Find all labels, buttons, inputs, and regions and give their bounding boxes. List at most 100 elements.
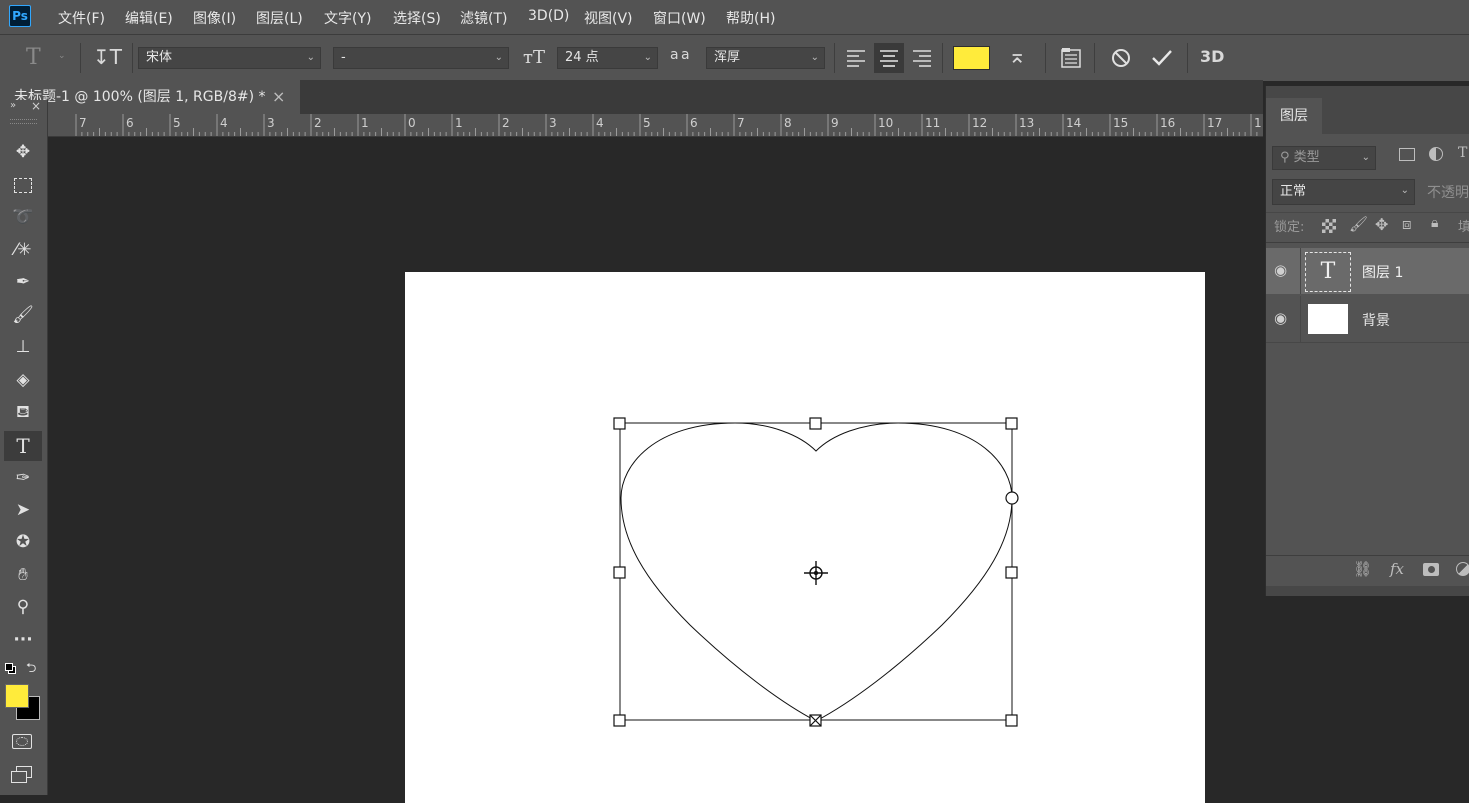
transform-handle-bottom-left[interactable] xyxy=(613,714,626,727)
menu-file[interactable]: 文件(F) xyxy=(58,8,105,28)
lock-position-icon[interactable]: ✥ xyxy=(1375,215,1388,234)
character-panel-icon[interactable] xyxy=(1060,47,1082,69)
align-left-icon[interactable] xyxy=(845,48,867,68)
brush-tool-icon[interactable]: 🖌︎ xyxy=(8,302,38,328)
menu-3d[interactable]: 3D(D) xyxy=(528,8,569,24)
ruler-number: 17 xyxy=(1207,116,1223,130)
magic-wand-tool-icon[interactable]: ⁄✳ xyxy=(8,237,38,263)
menu-window[interactable]: 窗口(W) xyxy=(653,8,706,28)
menu-type[interactable]: 文字(Y) xyxy=(324,8,371,28)
quick-mask-icon[interactable] xyxy=(12,734,32,749)
layer-name[interactable]: 背景 xyxy=(1362,310,1390,330)
close-tab-icon[interactable]: × xyxy=(272,80,285,114)
transform-handle-top[interactable] xyxy=(809,417,822,430)
path-selection-tool-icon[interactable]: ➤ xyxy=(8,497,38,523)
more-tools-icon[interactable]: ··· xyxy=(8,627,38,653)
align-right-icon[interactable] xyxy=(911,48,933,68)
marquee-tool-icon[interactable] xyxy=(8,172,38,198)
font-style-value: - xyxy=(341,50,346,65)
custom-shape-tool-icon[interactable]: ✪ xyxy=(8,529,38,555)
ruler-number: 3 xyxy=(549,116,557,130)
layer-style-fx-icon[interactable]: fx xyxy=(1390,560,1404,578)
panel-resize-grip[interactable] xyxy=(1266,586,1469,596)
opacity-label: 不透明 xyxy=(1427,185,1469,201)
collapse-toolbox-icon[interactable]: » xyxy=(10,100,16,111)
text-orientation-icon[interactable]: ↧T xyxy=(93,45,122,69)
warp-text-icon[interactable]: ⌅ xyxy=(1008,44,1026,69)
horizontal-ruler[interactable]: 7 6 5 4 3 2 1 0 1 2 3 4 5 6 7 8 9 10 11 12 13 14 15 16 17 1 xyxy=(47,114,1263,137)
commit-check-icon[interactable] xyxy=(1150,47,1174,69)
eraser-tool-icon[interactable]: ◈ xyxy=(8,367,38,393)
move-tool-icon[interactable]: ✥ xyxy=(8,139,38,165)
transform-handle-right[interactable] xyxy=(1005,566,1018,579)
ruler-number: 14 xyxy=(1066,116,1082,130)
cancel-icon[interactable] xyxy=(1110,47,1132,69)
text-color-swatch[interactable] xyxy=(953,46,990,70)
font-family-select[interactable]: 宋体 ⌄ xyxy=(138,47,321,69)
font-size-select[interactable]: 24 点 ⌄ xyxy=(557,47,658,69)
lock-all-icon[interactable]: 🔒︎ xyxy=(1431,215,1438,231)
transform-handle-top-left[interactable] xyxy=(613,417,626,430)
default-colors-icon[interactable] xyxy=(5,663,16,674)
heart-shape-transform[interactable] xyxy=(600,410,1035,740)
ruler-number: 7 xyxy=(737,116,745,130)
menu-view[interactable]: 视图(V) xyxy=(584,8,633,28)
ruler-number: 6 xyxy=(690,116,698,130)
tool-preset-text-icon[interactable]: T xyxy=(26,45,41,70)
pen-tool-icon[interactable]: ✑ xyxy=(8,465,38,491)
lasso-tool-icon[interactable]: ➰ xyxy=(8,204,38,230)
type-tool-icon[interactable]: T xyxy=(8,433,38,459)
chevron-down-icon[interactable]: ⌄ xyxy=(58,51,66,61)
layer-name[interactable]: 图层 1 xyxy=(1362,262,1403,282)
filter-pixel-layer-icon[interactable] xyxy=(1399,148,1415,161)
ruler-number: 5 xyxy=(643,116,651,130)
transform-handle-left[interactable] xyxy=(613,566,626,579)
path-anchor-point[interactable] xyxy=(1005,491,1019,505)
filter-adjustment-layer-icon[interactable] xyxy=(1429,147,1443,161)
screen-mode-icon[interactable] xyxy=(11,766,33,784)
lock-artboard-icon[interactable]: ⧈ xyxy=(1402,215,1412,233)
ruler-number: 6 xyxy=(126,116,134,130)
menu-edit[interactable]: 编辑(E) xyxy=(125,8,173,28)
lock-transparent-pixels-icon[interactable] xyxy=(1322,219,1336,233)
toolbox-grip[interactable] xyxy=(10,119,37,124)
new-adjustment-layer-icon[interactable] xyxy=(1456,562,1469,576)
eyedropper-tool-icon[interactable]: ✒ xyxy=(8,269,38,295)
blend-mode-select[interactable]: 正常 ⌄ xyxy=(1272,179,1415,205)
hand-tool-icon[interactable]: ✋︎ xyxy=(8,562,38,588)
menu-image[interactable]: 图像(I) xyxy=(193,8,236,28)
layer-filter-select[interactable]: ⚲ 类型 ⌄ xyxy=(1272,146,1376,170)
menu-bar: Ps 文件(F) 编辑(E) 图像(I) 图层(L) 文字(Y) 选择(S) 滤… xyxy=(0,0,1469,34)
transform-handle-top-right[interactable] xyxy=(1005,417,1018,430)
swap-colors-icon[interactable]: ⮌ xyxy=(26,659,36,681)
chevron-down-icon: ⌄ xyxy=(494,52,503,63)
visibility-eye-icon[interactable]: ◉ xyxy=(1274,261,1287,279)
paint-bucket-tool-icon[interactable]: ⛾ xyxy=(8,399,38,425)
layer-row-background[interactable]: ◉ 背景 xyxy=(1266,296,1469,342)
add-mask-icon[interactable] xyxy=(1423,563,1439,576)
font-style-select[interactable]: - ⌄ xyxy=(333,47,509,69)
filter-type-layer-icon[interactable]: T xyxy=(1458,145,1467,161)
foreground-color-swatch[interactable] xyxy=(5,684,29,708)
menu-help[interactable]: 帮助(H) xyxy=(726,8,775,28)
zoom-tool-icon[interactable]: ⚲ xyxy=(8,594,38,620)
layer-filter-value: 类型 xyxy=(1293,150,1320,165)
ruler-number: 2 xyxy=(502,116,510,130)
visibility-eye-icon[interactable]: ◉ xyxy=(1274,309,1287,327)
layers-tab[interactable]: 图层 xyxy=(1266,98,1322,134)
link-layers-icon[interactable]: ⛓ xyxy=(1353,560,1372,578)
anti-alias-select[interactable]: 浑厚 ⌄ xyxy=(706,47,825,69)
lock-label: 锁定: xyxy=(1274,220,1305,235)
lock-image-pixels-icon[interactable]: 🖌︎ xyxy=(1349,215,1368,233)
stamp-tool-icon[interactable]: ⊥ xyxy=(8,334,38,360)
layers-panel: 图层 ⚲ 类型 ⌄ T 正常 ⌄ 不透明 锁定: 🖌︎ ✥ ⧈ 🔒︎ 填 ◉ T 图… xyxy=(1265,86,1469,596)
transform-handle-bottom-right[interactable] xyxy=(1005,714,1018,727)
3d-text-icon[interactable]: 3D xyxy=(1200,47,1224,66)
menu-filter[interactable]: 滤镜(T) xyxy=(460,8,507,28)
layer-row-layer-1[interactable]: ◉ T 图层 1 xyxy=(1266,248,1469,294)
ruler-number: 8 xyxy=(784,116,792,130)
menu-layer[interactable]: 图层(L) xyxy=(256,8,303,28)
close-toolbox-icon[interactable]: × xyxy=(31,99,41,113)
menu-select[interactable]: 选择(S) xyxy=(393,8,441,28)
transform-reference-point-icon[interactable] xyxy=(804,561,828,585)
